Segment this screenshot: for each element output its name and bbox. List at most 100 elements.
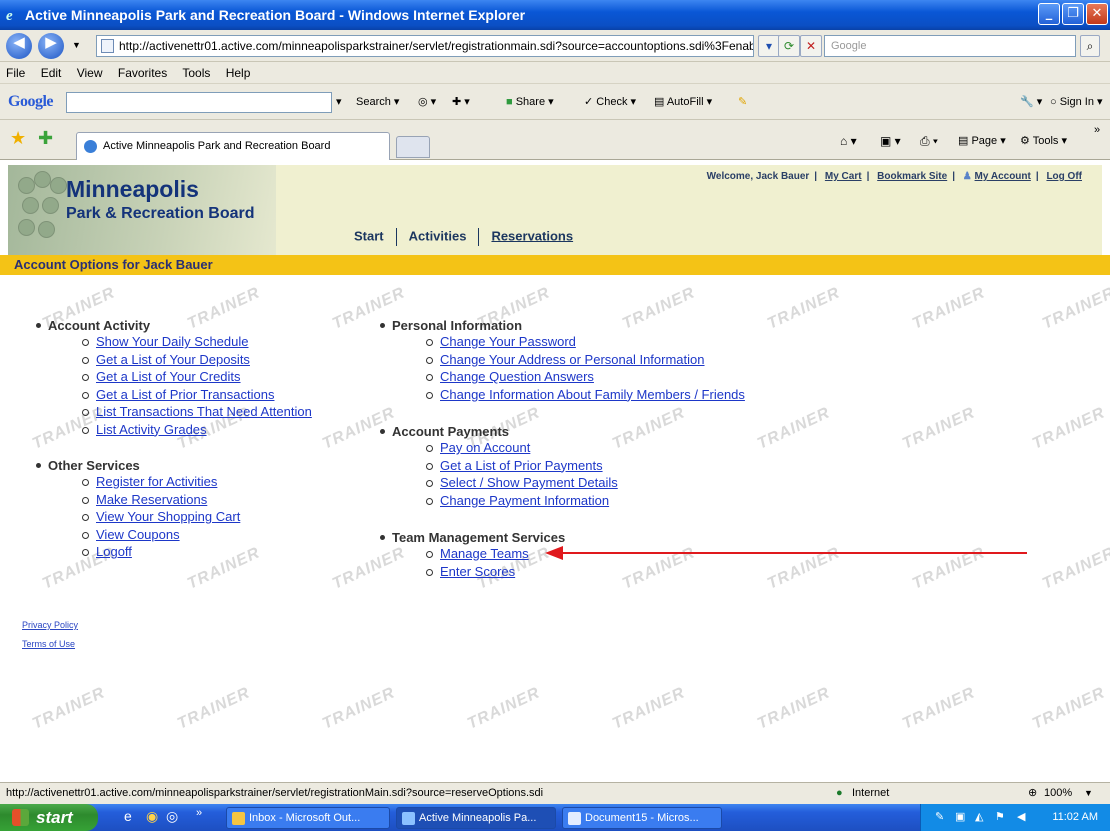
- quicklaunch-browser-icon[interactable]: ◎: [166, 808, 178, 825]
- highlighter-icon[interactable]: ✎: [738, 95, 747, 108]
- favorites-star-icon[interactable]: ★: [10, 128, 26, 149]
- share-button[interactable]: ■ Share ▾: [506, 95, 554, 108]
- history-dropdown-icon[interactable]: ▼: [72, 40, 81, 50]
- check-button[interactable]: ✓ Check ▾: [584, 95, 636, 108]
- tray-icon[interactable]: ▣: [955, 804, 965, 831]
- account-payments-section: Account Payments Pay on Account Get a Li…: [380, 424, 618, 509]
- change-family-members-link[interactable]: Change Information About Family Members …: [426, 386, 745, 404]
- view-coupons-link[interactable]: View Coupons: [82, 526, 240, 544]
- make-reservations-link[interactable]: Make Reservations: [82, 491, 240, 509]
- stop-icon[interactable]: ✕: [800, 35, 822, 57]
- zoom-dropdown-icon[interactable]: ▼: [1084, 783, 1093, 804]
- menu-view[interactable]: View: [77, 66, 103, 80]
- autofill-button[interactable]: ▤ AutoFill ▾: [654, 95, 712, 108]
- maximize-button[interactable]: ❐: [1062, 3, 1084, 25]
- web-page: Minneapolis Park & Recreation Board Welc…: [0, 160, 1110, 782]
- search-label: Search: [356, 96, 391, 108]
- list-prior-transactions-link[interactable]: Get a List of Prior Transactions: [82, 386, 312, 404]
- change-question-answers-link[interactable]: Change Question Answers: [426, 368, 745, 386]
- task-outlook[interactable]: Inbox - Microsoft Out...: [226, 807, 390, 829]
- quicklaunch-ie-icon[interactable]: e: [124, 808, 132, 824]
- nav-activities[interactable]: Activities: [409, 228, 467, 243]
- address-dropdown-button[interactable]: ▾: [758, 35, 780, 57]
- forward-button[interactable]: ▶: [38, 33, 64, 59]
- close-button[interactable]: ✕: [1086, 3, 1108, 25]
- change-address-link[interactable]: Change Your Address or Personal Informat…: [426, 351, 745, 369]
- google-search-button[interactable]: Search ▾: [356, 95, 399, 108]
- plus-icon[interactable]: ✚ ▾: [452, 95, 470, 108]
- my-account-link[interactable]: My Account: [975, 171, 1031, 182]
- change-payment-info-link[interactable]: Change Payment Information: [426, 492, 618, 510]
- zoom-level[interactable]: 100%: [1044, 783, 1072, 804]
- menu-tools[interactable]: Tools: [182, 66, 210, 80]
- zoom-icon[interactable]: ⊕: [1028, 783, 1037, 804]
- search-icon[interactable]: ⌕: [1080, 35, 1100, 57]
- windows-logo-icon: [12, 809, 29, 826]
- sign-in-button[interactable]: ○ Sign In ▾: [1050, 95, 1103, 108]
- trainer-watermark: TRAINER: [174, 684, 253, 733]
- search-input[interactable]: Google: [824, 35, 1076, 57]
- window-titlebar[interactable]: e Active Minneapolis Park and Recreation…: [0, 0, 1110, 30]
- register-activities-link[interactable]: Register for Activities: [82, 473, 240, 491]
- minimize-button[interactable]: _: [1038, 3, 1060, 25]
- list-prior-payments-link[interactable]: Get a List of Prior Payments: [426, 457, 618, 475]
- show-daily-schedule-link[interactable]: Show Your Daily Schedule: [82, 333, 312, 351]
- section-title: Account Activity: [36, 318, 312, 333]
- back-button[interactable]: ◀: [6, 33, 32, 59]
- ie-logo-icon: e: [6, 8, 13, 24]
- start-button[interactable]: start: [0, 804, 98, 831]
- red-arrow-annotation: [545, 546, 1027, 560]
- feeds-icon[interactable]: ▣ ▾: [880, 134, 901, 148]
- view-shopping-cart-link[interactable]: View Your Shopping Cart: [82, 508, 240, 526]
- trainer-watermark: TRAINER: [1039, 284, 1110, 333]
- chevron-right-icon[interactable]: »: [1094, 124, 1100, 136]
- home-icon[interactable]: ⌂ ▾: [840, 134, 857, 148]
- tab-active-minneapolis[interactable]: Active Minneapolis Park and Recreation B…: [76, 132, 390, 160]
- terms-of-use-link[interactable]: Terms of Use: [22, 639, 75, 649]
- menu-file[interactable]: File: [6, 66, 25, 80]
- popup-blocker-icon[interactable]: ◎ ▾: [418, 95, 436, 108]
- payment-details-link[interactable]: Select / Show Payment Details: [426, 474, 618, 492]
- tools-menu-button[interactable]: ⚙ Tools ▾: [1020, 134, 1067, 147]
- page-menu-button[interactable]: ▤ Page ▾: [958, 134, 1006, 147]
- list-deposits-link[interactable]: Get a List of Your Deposits: [82, 351, 312, 369]
- menu-help[interactable]: Help: [226, 66, 251, 80]
- list-credits-link[interactable]: Get a List of Your Credits: [82, 368, 312, 386]
- task-internet-explorer[interactable]: Active Minneapolis Pa...: [396, 807, 556, 829]
- print-icon[interactable]: ⎙ ▾: [920, 134, 938, 149]
- logoff-link[interactable]: Logoff: [82, 543, 240, 561]
- add-favorites-icon[interactable]: ✚: [38, 128, 53, 149]
- menu-favorites[interactable]: Favorites: [118, 66, 167, 80]
- activity-grades-link[interactable]: List Activity Grades: [82, 421, 312, 439]
- user-icon: ♟: [962, 171, 972, 182]
- nav-start[interactable]: Start: [354, 228, 384, 243]
- tray-icon[interactable]: ✎: [935, 804, 944, 831]
- new-tab-button[interactable]: [396, 136, 430, 158]
- google-search-input[interactable]: [66, 92, 332, 113]
- wrench-icon[interactable]: 🔧 ▾: [1020, 95, 1042, 108]
- section-title: Personal Information: [380, 318, 745, 333]
- google-search-dropdown-icon[interactable]: ▾: [336, 95, 342, 108]
- quicklaunch-chevron-icon[interactable]: »: [196, 807, 202, 819]
- trainer-watermark: TRAINER: [899, 684, 978, 733]
- section-title: Other Services: [36, 458, 240, 473]
- nav-reservations[interactable]: Reservations: [491, 228, 573, 243]
- log-off-link[interactable]: Log Off: [1046, 171, 1082, 182]
- speaker-icon[interactable]: ◀: [1017, 804, 1025, 831]
- address-field[interactable]: http://activenettr01.active.com/minneapo…: [96, 35, 754, 57]
- other-services-section: Other Services Register for Activities M…: [36, 458, 240, 561]
- menu-edit[interactable]: Edit: [41, 66, 62, 80]
- privacy-policy-link[interactable]: Privacy Policy: [22, 620, 78, 630]
- task-word[interactable]: Document15 - Micros...: [562, 807, 722, 829]
- my-cart-link[interactable]: My Cart: [825, 171, 862, 182]
- refresh-icon[interactable]: ⟳: [778, 35, 800, 57]
- change-password-link[interactable]: Change Your Password: [426, 333, 745, 351]
- pay-on-account-link[interactable]: Pay on Account: [426, 439, 618, 457]
- transactions-attention-link[interactable]: List Transactions That Need Attention: [82, 403, 312, 421]
- site-logo[interactable]: Minneapolis Park & Recreation Board: [8, 165, 276, 255]
- tray-icon[interactable]: ⚑: [995, 804, 1005, 831]
- bookmark-site-link[interactable]: Bookmark Site: [877, 171, 947, 182]
- quicklaunch-outlook-icon[interactable]: ◉: [146, 808, 158, 825]
- enter-scores-link[interactable]: Enter Scores: [426, 563, 565, 581]
- tray-icon[interactable]: ◭: [975, 804, 983, 831]
